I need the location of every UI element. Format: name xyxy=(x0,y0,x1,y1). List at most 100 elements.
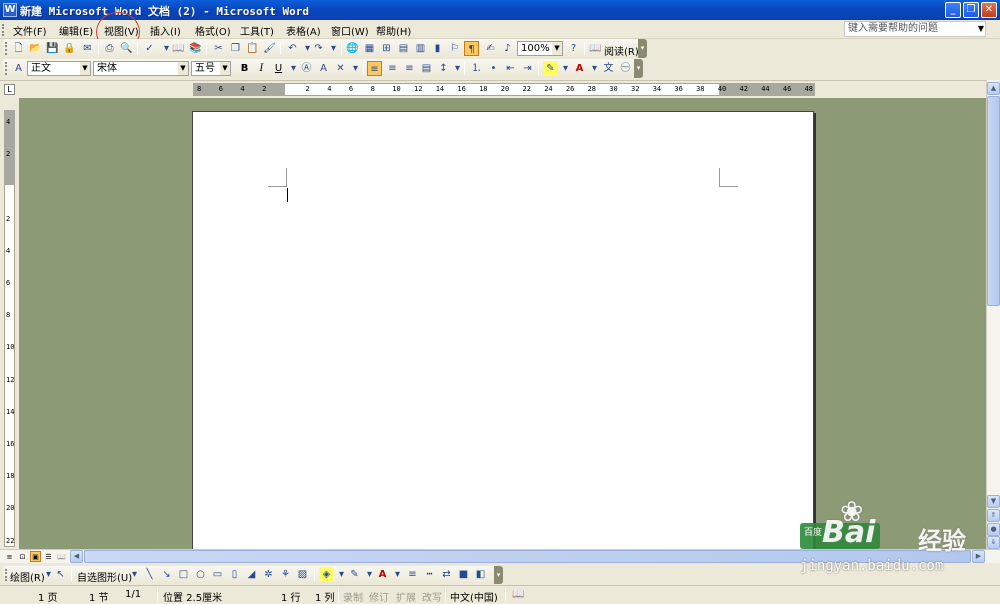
line-color-icon[interactable]: ✎ xyxy=(347,567,362,582)
toolbar-grip[interactable] xyxy=(5,62,8,75)
reading-view-icon[interactable]: 📖 xyxy=(56,551,67,562)
chevron-down-icon[interactable]: ▼ xyxy=(80,62,90,75)
spelling-status-icon[interactable]: 📖 xyxy=(512,589,524,600)
select-objects-icon[interactable]: ↖ xyxy=(53,567,68,582)
drawing-icon[interactable]: ▮ xyxy=(430,41,445,56)
char-scale-icon[interactable]: ✕ xyxy=(333,61,348,76)
undo-icon[interactable]: ↶ xyxy=(285,41,300,56)
chevron-down-icon[interactable]: ▼ xyxy=(220,62,230,75)
scroll-right-button[interactable]: ▶ xyxy=(972,550,985,563)
insert-excel-icon[interactable]: ▤ xyxy=(396,41,411,56)
menu-insert[interactable]: 插入(I) xyxy=(150,23,181,38)
tables-borders-icon[interactable]: ▦ xyxy=(362,41,377,56)
toolbar-options-icon[interactable]: ▾ xyxy=(494,566,503,584)
toolbar-grip[interactable] xyxy=(5,569,8,581)
line-style-icon[interactable]: ≡ xyxy=(405,567,420,582)
status-overtype[interactable]: 改写 xyxy=(422,589,442,604)
menu-window[interactable]: 窗口(W) xyxy=(331,23,369,38)
chevron-down-icon[interactable]: ▾ xyxy=(127,567,142,582)
chevron-down-icon[interactable]: ▾ xyxy=(348,61,363,76)
book-icon[interactable]: 📖 xyxy=(588,41,603,56)
font-combo[interactable]: 宋体 ▼ xyxy=(93,61,189,76)
toolbar-options-icon[interactable]: ▾ xyxy=(638,39,647,58)
print-layout-icon[interactable]: ▣ xyxy=(30,551,41,562)
chevron-down-icon[interactable]: ▼ xyxy=(978,22,984,36)
shadow-icon[interactable]: ■ xyxy=(456,567,471,582)
minimize-button[interactable]: _ xyxy=(945,2,961,18)
tab-selector[interactable]: L xyxy=(4,84,15,95)
menu-format[interactable]: 格式(O) xyxy=(195,23,231,38)
vertical-textbox-icon[interactable]: ▯ xyxy=(227,567,242,582)
chevron-down-icon[interactable]: ▼ xyxy=(552,42,562,55)
dash-style-icon[interactable]: ┅ xyxy=(422,567,437,582)
chevron-down-icon[interactable]: ▾ xyxy=(390,567,405,582)
next-page-button[interactable]: ⇓ xyxy=(987,536,1000,549)
increase-indent-icon[interactable]: ⇥ xyxy=(520,61,535,76)
document-page[interactable] xyxy=(192,111,814,549)
arrow-style-icon[interactable]: ⇄ xyxy=(439,567,454,582)
copy-icon[interactable]: ❐ xyxy=(228,41,243,56)
browse-object-button[interactable]: ● xyxy=(987,523,1000,536)
bullets-icon[interactable]: • xyxy=(486,61,501,76)
numbering-icon[interactable]: ⒈ xyxy=(469,61,484,76)
arrow-icon[interactable]: ↘ xyxy=(159,567,174,582)
new-document-icon[interactable]: 🗋 xyxy=(11,41,26,56)
research-icon-2[interactable]: 📚 xyxy=(188,41,203,56)
font-color-icon[interactable]: A xyxy=(375,567,390,582)
close-button[interactable]: ✕ xyxy=(981,2,997,18)
previous-page-button[interactable]: ⇑ xyxy=(987,509,1000,522)
textbox-icon[interactable]: ▭ xyxy=(210,567,225,582)
menu-table[interactable]: 表格(A) xyxy=(286,23,321,38)
research-icon[interactable]: 📖 xyxy=(171,41,186,56)
email-icon[interactable]: ✉ xyxy=(80,41,95,56)
chevron-down-icon[interactable]: ▾ xyxy=(326,41,341,56)
save-icon[interactable]: 💾 xyxy=(45,41,60,56)
rectangle-icon[interactable]: □ xyxy=(176,567,191,582)
status-record[interactable]: 录制 xyxy=(343,589,363,604)
chevron-down-icon[interactable]: ▾ xyxy=(587,61,602,76)
align-center-icon[interactable]: ≡ xyxy=(385,61,400,76)
clipart-icon[interactable]: ⚘ xyxy=(278,567,293,582)
phonetic-guide-icon[interactable]: 文 xyxy=(601,61,616,76)
hscroll-thumb[interactable] xyxy=(84,550,971,563)
enclose-char-icon[interactable]: ㊀ xyxy=(618,61,633,76)
insert-table-icon[interactable]: ⊞ xyxy=(379,41,394,56)
toolbar-options-icon[interactable]: ▾ xyxy=(634,59,643,78)
outline-view-icon[interactable]: ☰ xyxy=(43,551,54,562)
normal-view-icon[interactable]: ≡ xyxy=(4,551,15,562)
scroll-left-button[interactable]: ◀ xyxy=(70,550,83,563)
print-preview-icon[interactable]: 🔍 xyxy=(119,41,134,56)
chevron-down-icon[interactable]: ▾ xyxy=(558,61,573,76)
vertical-scrollbar[interactable]: ▲ ▼ ⇑ ● ⇓ xyxy=(986,80,1000,549)
font-size-combo[interactable]: 五号 ▼ xyxy=(191,61,231,76)
vscroll-thumb[interactable] xyxy=(987,96,1000,306)
format-painter-icon[interactable]: 🖌 xyxy=(262,41,277,56)
status-track-changes[interactable]: 修订 xyxy=(369,589,389,604)
menu-file[interactable]: 文件(F) xyxy=(13,23,47,38)
char-shading-icon[interactable]: A xyxy=(316,61,331,76)
picture-icon[interactable]: ▨ xyxy=(295,567,310,582)
chevron-down-icon[interactable]: ▾ xyxy=(450,61,465,76)
hyperlink-icon[interactable]: 🌐 xyxy=(345,41,360,56)
oval-icon[interactable]: ○ xyxy=(193,567,208,582)
print-icon[interactable]: ⎙ xyxy=(102,41,117,56)
style-combo[interactable]: 正文 ▼ xyxy=(27,61,91,76)
scroll-up-button[interactable]: ▲ xyxy=(987,82,1000,95)
redo-icon[interactable]: ↷ xyxy=(311,41,326,56)
autoshapes-menu[interactable]: 自选图形(U) xyxy=(77,569,132,584)
bold-icon[interactable]: B xyxy=(237,61,252,76)
highlight-icon[interactable]: ✎ xyxy=(543,61,558,76)
word-app-icon[interactable]: W xyxy=(3,3,17,17)
menu-tools[interactable]: 工具(T) xyxy=(240,23,274,38)
menu-help[interactable]: 帮助(H) xyxy=(376,23,411,38)
help-question-input[interactable]: 键入需要帮助的问题 ▼ xyxy=(844,21,986,37)
toolbar-grip[interactable] xyxy=(5,42,8,55)
cut-icon[interactable]: ✂ xyxy=(211,41,226,56)
italic-icon[interactable]: I xyxy=(254,61,269,76)
columns-icon[interactable]: ▥ xyxy=(413,41,428,56)
line-spacing-icon[interactable]: ↕ xyxy=(436,61,451,76)
menu-edit[interactable]: 编辑(E) xyxy=(59,23,93,38)
web-view-icon[interactable]: ⊡ xyxy=(17,551,28,562)
read-icon[interactable]: ♪ xyxy=(500,41,515,56)
spelling-icon[interactable]: ✓ xyxy=(142,41,157,56)
